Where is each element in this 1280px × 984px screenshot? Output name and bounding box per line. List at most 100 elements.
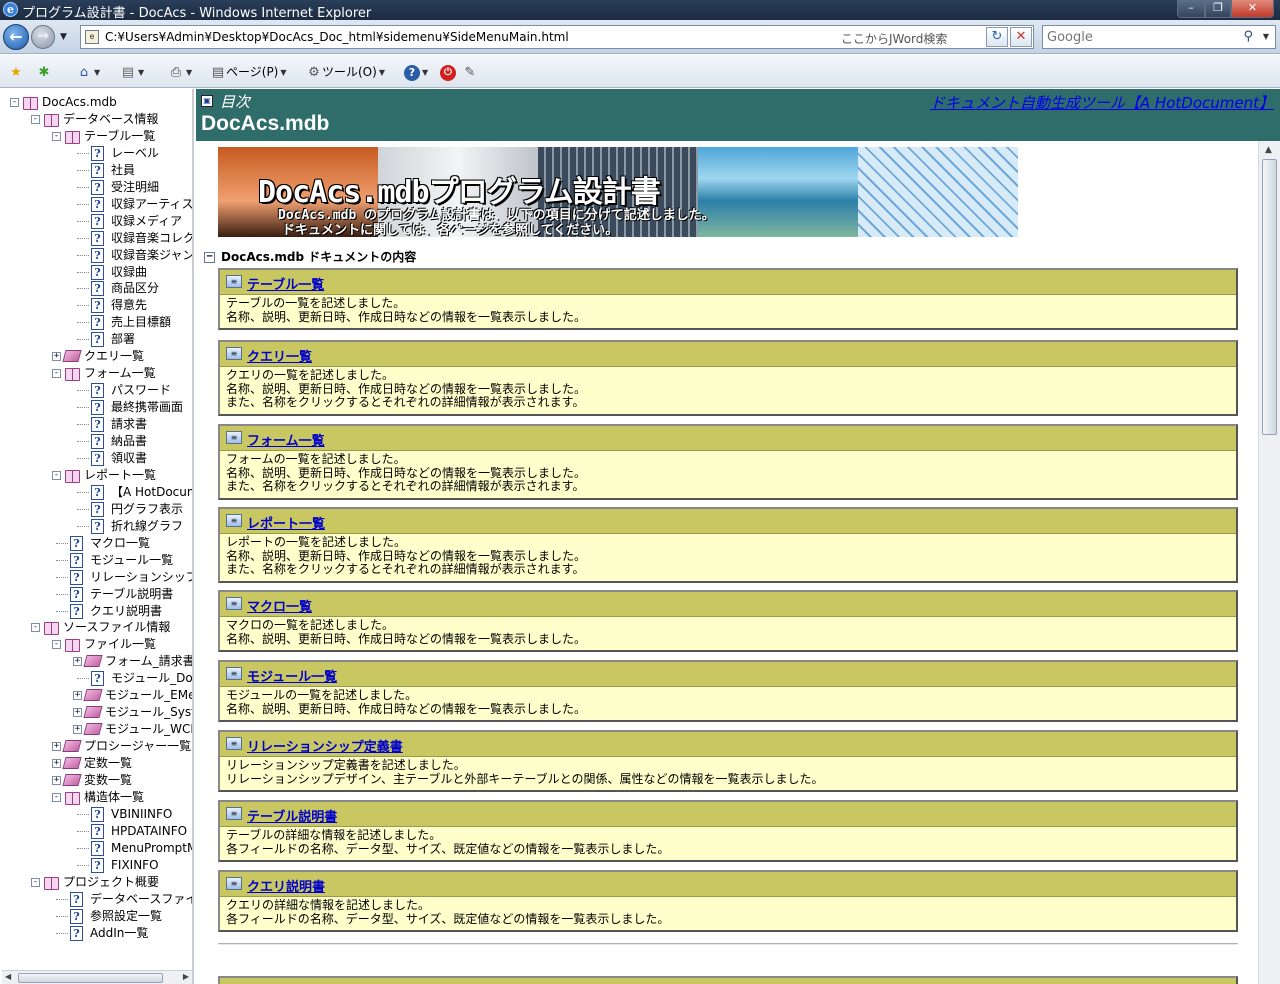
- tree-item-label[interactable]: 受注明細: [111, 179, 159, 196]
- collapse-icon[interactable]: -: [52, 640, 61, 650]
- expand-icon[interactable]: +: [73, 708, 82, 718]
- card-title-link[interactable]: クエリ説明書: [247, 876, 325, 895]
- tree-item[interactable]: - ファイル一覧: [0, 636, 192, 653]
- tree-scroll-thumb[interactable]: [18, 973, 163, 983]
- tree-item-label[interactable]: プロジェクト概要: [63, 874, 159, 891]
- collapse-icon[interactable]: -: [31, 877, 40, 887]
- tree-item[interactable]: ? MenuPromptMap: [0, 840, 192, 857]
- tree-item[interactable]: ? 得意先: [0, 297, 192, 314]
- tree-item-label[interactable]: プロシージャー一覧: [84, 738, 191, 755]
- expand-icon[interactable]: +: [73, 691, 82, 701]
- tree-item[interactable]: ? 円グラフ表示: [0, 501, 192, 518]
- add-favorites-button[interactable]: ✱: [36, 63, 52, 81]
- tree-item[interactable]: ? FIXINFO: [0, 857, 192, 874]
- expand-icon[interactable]: +: [52, 776, 61, 785]
- tree-item[interactable]: ? 収録アーティスト: [0, 196, 192, 213]
- forward-button[interactable]: →: [31, 25, 55, 49]
- tree-item-label[interactable]: テーブル説明書: [90, 586, 173, 603]
- scroll-left-icon[interactable]: ◀: [5, 972, 11, 981]
- tree-item-label[interactable]: 構造体一覧: [84, 789, 144, 806]
- help-button[interactable]: ? ▼: [404, 63, 428, 81]
- tree-item-label[interactable]: AddIn一覧: [90, 925, 148, 942]
- tree-item[interactable]: ? 領収書: [0, 450, 192, 467]
- tree-item[interactable]: + モジュール_System: [0, 704, 192, 721]
- tree-item[interactable]: ? マクロ一覧: [0, 535, 192, 552]
- chevron-down-icon[interactable]: ▼: [94, 68, 100, 77]
- tree-item-label[interactable]: テーブル一覧: [84, 128, 155, 145]
- tree-item-label[interactable]: VBINIINFO: [111, 806, 172, 823]
- tree-item[interactable]: ? 参照設定一覧: [0, 908, 192, 925]
- card-title-link[interactable]: リレーションシップ定義書: [247, 736, 403, 755]
- tree-item[interactable]: - フォーム一覧: [0, 365, 192, 382]
- tree-item-label[interactable]: 商品区分: [111, 280, 159, 297]
- minimize-button[interactable]: –: [1177, 0, 1205, 18]
- favorites-button[interactable]: ★: [8, 63, 24, 81]
- tree-item[interactable]: ? AddIn一覧: [0, 925, 192, 942]
- tree-item[interactable]: - 構造体一覧: [0, 789, 192, 806]
- tree-item-label[interactable]: 得意先: [111, 297, 147, 314]
- tree-item-label[interactable]: レーベル: [111, 145, 159, 162]
- tree-item-label[interactable]: クエリ説明書: [90, 603, 162, 620]
- tree-item-label[interactable]: 納品書: [111, 433, 147, 450]
- tree-item[interactable]: ? テーブル説明書: [0, 586, 192, 603]
- tree-item-label[interactable]: 円グラフ表示: [111, 501, 183, 518]
- recent-pages-dropdown[interactable]: ▼: [60, 32, 67, 42]
- feeds-button[interactable]: ▤ ▼: [120, 63, 144, 81]
- tree-item[interactable]: - レポート一覧: [0, 467, 192, 484]
- tree-item-label[interactable]: レポート一覧: [84, 467, 156, 484]
- tree-item[interactable]: ? モジュール_DocSer: [0, 670, 192, 687]
- page-menu[interactable]: ▤ ページ(P) ▼: [210, 63, 287, 81]
- tree-item-label[interactable]: FIXINFO: [111, 857, 159, 874]
- tree-item-label[interactable]: マクロ一覧: [90, 535, 150, 552]
- tree-item[interactable]: ? レーベル: [0, 145, 192, 162]
- tree-item[interactable]: ? 社員: [0, 162, 192, 179]
- tree-item-label[interactable]: 定数一覧: [84, 755, 132, 772]
- card-title-link[interactable]: クエリ一覧: [247, 346, 312, 365]
- tree-item[interactable]: ? クエリ説明書: [0, 603, 192, 620]
- tree-item-label[interactable]: 折れ線グラフ: [111, 518, 183, 535]
- tree-item[interactable]: ? モジュール一覧: [0, 552, 192, 569]
- address-bar[interactable]: e C:¥Users¥Admin¥Desktop¥DocAcs_Doc_html…: [80, 25, 1054, 49]
- tools-menu[interactable]: ⚙ ツール(O) ▼: [306, 63, 385, 81]
- address-url[interactable]: C:¥Users¥Admin¥Desktop¥DocAcs_Doc_html¥s…: [105, 30, 569, 44]
- expand-icon[interactable]: +: [73, 725, 82, 735]
- chevron-down-icon[interactable]: ▼: [138, 68, 144, 77]
- maximize-button[interactable]: ❐: [1205, 0, 1231, 18]
- tree-item[interactable]: - テーブル一覧: [0, 128, 192, 145]
- tree-item-label[interactable]: 変数一覧: [84, 772, 132, 789]
- card-title-link[interactable]: テーブル一覧: [247, 274, 324, 293]
- scroll-up-icon[interactable]: ▲: [1265, 145, 1272, 155]
- tree-item[interactable]: - ソースファイル情報: [0, 619, 192, 636]
- expand-icon[interactable]: +: [73, 657, 82, 667]
- tree-item[interactable]: ? 請求書: [0, 416, 192, 433]
- chevron-down-icon[interactable]: ▼: [186, 68, 192, 77]
- search-box[interactable]: ⚲ ▼: [1042, 25, 1276, 49]
- tree-item-label[interactable]: フォーム一覧: [84, 365, 156, 382]
- card-title-link[interactable]: レポート一覧: [247, 513, 325, 532]
- tree-item[interactable]: ? VBINIINFO: [0, 806, 192, 823]
- tree-item-label[interactable]: データベースファイル情: [90, 891, 192, 908]
- card-title-link[interactable]: フォーム一覧: [247, 430, 325, 449]
- scroll-right-icon[interactable]: ▶: [183, 972, 189, 981]
- card-title-link[interactable]: モジュール一覧: [247, 666, 337, 685]
- tree-item-label[interactable]: モジュール_EMessa: [105, 687, 192, 704]
- tree-item-label[interactable]: 収録メディア: [111, 213, 182, 230]
- expand-icon[interactable]: +: [52, 759, 61, 769]
- tree-item-label[interactable]: ソースファイル情報: [63, 619, 170, 636]
- tree-item[interactable]: ? データベースファイル情: [0, 891, 192, 908]
- jword-search-label[interactable]: ここからJWord検索: [841, 30, 947, 47]
- tree-item[interactable]: ? 受注明細: [0, 179, 192, 196]
- tree-item[interactable]: + フォーム_請求書: [0, 653, 192, 670]
- tree-item-label[interactable]: フォーム_請求書: [105, 653, 192, 670]
- tree-item[interactable]: - プロジェクト概要: [0, 874, 192, 891]
- tree-item-label[interactable]: ファイル一覧: [84, 636, 156, 653]
- tree-item-label[interactable]: 部署: [111, 331, 135, 348]
- refresh-button[interactable]: ↻: [986, 27, 1008, 47]
- tree-item[interactable]: ? 折れ線グラフ: [0, 518, 192, 535]
- tree-item[interactable]: ? HPDATAINFO: [0, 823, 192, 840]
- tree-item-label[interactable]: 収録音楽ジャンル: [111, 247, 192, 264]
- tree-item-label[interactable]: 最終携帯画面: [111, 399, 183, 416]
- stop-button[interactable]: ✕: [1010, 27, 1032, 47]
- tree-item-label[interactable]: パスワード: [111, 382, 171, 399]
- tree-item-label[interactable]: クエリ一覧: [84, 348, 144, 365]
